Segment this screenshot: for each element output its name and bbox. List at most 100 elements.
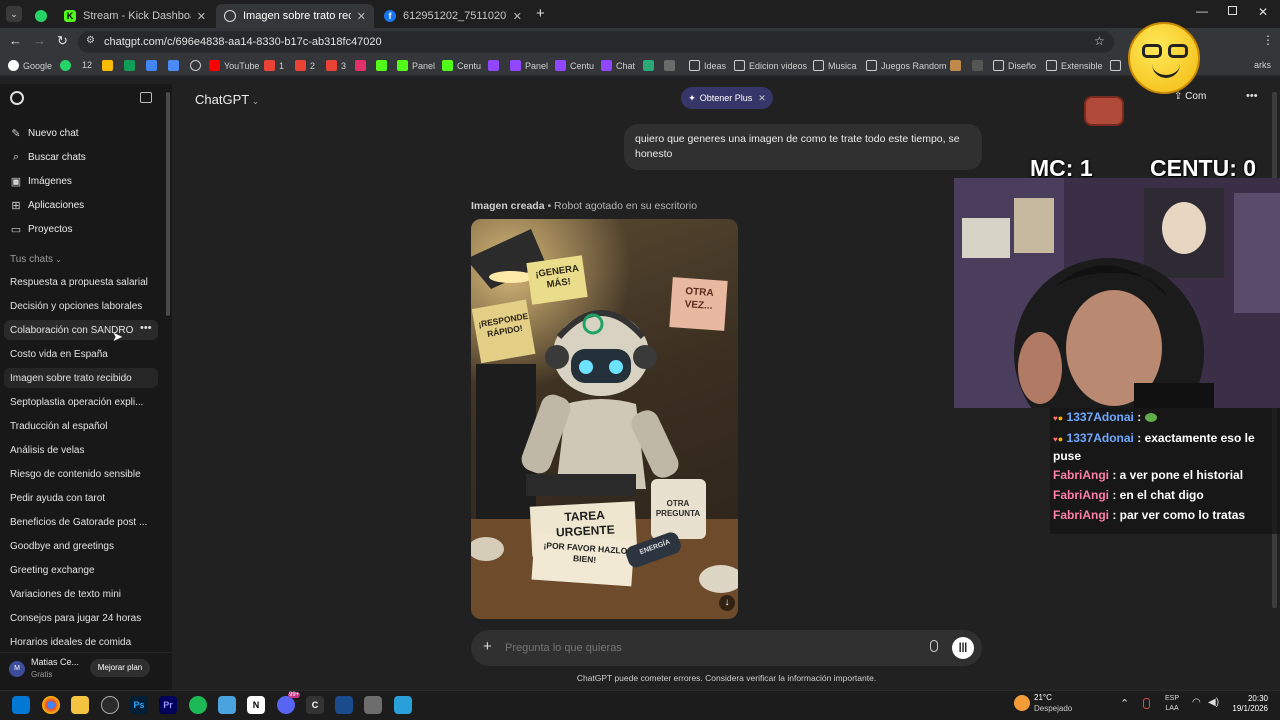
forward-icon[interactable]: → xyxy=(33,33,46,48)
bookmark-sheets[interactable] xyxy=(124,60,139,71)
tab-kick-dashboard[interactable]: K Stream - Kick Dashboard ✕ xyxy=(56,4,214,28)
bookmark-youtube[interactable]: YouTube xyxy=(209,60,259,71)
bookmark-panel-2[interactable]: Panel xyxy=(510,60,548,71)
back-icon[interactable]: ← xyxy=(9,33,22,48)
tab-search-button[interactable]: ⌄ xyxy=(6,6,22,22)
clock[interactable]: 20:30 19/1/2026 xyxy=(1226,694,1268,714)
chat-item[interactable]: Riesgo de contenido sensible xyxy=(10,469,141,480)
prompt-input[interactable] xyxy=(505,639,885,657)
bookmark-panel-1[interactable]: Panel xyxy=(397,60,435,71)
composer[interactable]: + ||| xyxy=(471,630,982,666)
tab-chatgpt[interactable]: Imagen sobre trato recibido ✕ xyxy=(216,4,374,28)
get-plus-button[interactable]: ✦ Obtener Plus ✕ xyxy=(681,87,773,109)
chat-item[interactable]: Respuesta a propuesta salarial xyxy=(10,277,148,288)
upgrade-plan-button[interactable]: Mejorar plan xyxy=(90,659,150,677)
sidebar-item-imagenes[interactable]: ▣ Imágenes xyxy=(10,175,72,188)
openai-logo-icon[interactable] xyxy=(10,91,24,105)
discord-icon[interactable] xyxy=(277,696,295,714)
voice-mode-button[interactable]: ||| xyxy=(952,637,974,659)
microphone-tray-icon[interactable] xyxy=(1143,698,1150,709)
bookmark-chat[interactable]: Chat xyxy=(601,60,635,71)
section-your-chats[interactable]: Tus chats ⌄ xyxy=(10,254,62,265)
menu-icon[interactable]: ⋮ xyxy=(1262,33,1274,47)
download-image-icon[interactable]: ↓ xyxy=(719,595,735,611)
premiere-icon[interactable]: Pr xyxy=(159,696,177,714)
calculator-icon[interactable] xyxy=(364,696,382,714)
chat-item[interactable]: Greeting exchange xyxy=(10,565,95,576)
bookmark-folder-diseno[interactable]: Diseño xyxy=(993,60,1036,71)
chat-item[interactable]: Beneficios de Gatorade post ... xyxy=(10,517,147,528)
app-icon[interactable] xyxy=(335,696,353,714)
close-tab-icon[interactable]: ✕ xyxy=(197,10,206,23)
notion-icon[interactable]: N xyxy=(247,696,265,714)
bookmark-gmail-3[interactable]: 3 xyxy=(326,60,346,71)
bookmark-12[interactable]: 12 xyxy=(82,60,92,70)
sidebar-item-proyectos[interactable]: ▭ Proyectos xyxy=(10,223,73,236)
bookmark-instagram[interactable] xyxy=(355,60,370,71)
sidebar-item-nuevo-chat[interactable]: ✎ Nuevo chat xyxy=(10,127,78,140)
bookmark-app-3[interactable] xyxy=(950,60,965,71)
bookmark-app-4[interactable] xyxy=(972,60,987,71)
model-selector[interactable]: ChatGPT ⌄ xyxy=(195,92,259,107)
notepad-icon[interactable] xyxy=(218,696,236,714)
add-attachment-icon[interactable]: + xyxy=(483,638,492,655)
chat-item[interactable]: Variaciones de texto mini xyxy=(10,589,121,600)
chat-item[interactable]: Pedir ayuda con tarot xyxy=(10,493,105,504)
chat-item[interactable]: Costo vida en España xyxy=(10,349,108,360)
bookmark-gmail-1[interactable]: 1 xyxy=(264,60,284,71)
maximize-button[interactable] xyxy=(1228,6,1237,15)
sidebar-item-buscar-chats[interactable]: ⌕ Buscar chats xyxy=(10,151,86,164)
app-icon[interactable] xyxy=(394,696,412,714)
bookmark-kick[interactable] xyxy=(376,60,391,71)
chat-options-icon[interactable]: ••• xyxy=(140,322,152,334)
bookmark-google[interactable]: Google xyxy=(8,60,52,71)
photoshop-icon[interactable]: Ps xyxy=(130,696,148,714)
bookmark-centu-2[interactable]: Centu xyxy=(555,60,594,71)
bookmark-chatgpt[interactable] xyxy=(190,60,205,71)
chat-item[interactable]: Consejos para jugar 24 horas xyxy=(10,613,141,624)
windows-start-icon[interactable] xyxy=(12,696,30,714)
bookmark-centu-1[interactable]: Centu xyxy=(442,60,481,71)
wifi-icon[interactable]: ◠ xyxy=(1192,697,1201,708)
volume-icon[interactable]: ◀) xyxy=(1208,697,1219,708)
weather-widget[interactable]: 21°C Despejado xyxy=(1014,693,1084,717)
bookmark-calendar[interactable] xyxy=(168,60,183,71)
chat-item[interactable]: Horarios ideales de comida xyxy=(10,637,131,648)
bookmark-star-icon[interactable]: ☆ xyxy=(1094,34,1105,48)
obs-icon[interactable] xyxy=(101,696,119,714)
minimize-button[interactable]: — xyxy=(1196,4,1208,18)
more-options-icon[interactable]: ••• xyxy=(1246,90,1258,102)
chat-item[interactable]: Goodbye and greetings xyxy=(10,541,114,552)
close-tab-icon[interactable]: ✕ xyxy=(357,10,366,23)
bookmark-folder-extensible[interactable]: Extensible xyxy=(1046,60,1103,71)
sidebar-scrollbar[interactable] xyxy=(166,92,170,316)
microphone-icon[interactable] xyxy=(930,640,938,652)
generated-image[interactable]: ¡GENERA MÁS! OTRA VEZ... ¡RESPONDE RÁPID… xyxy=(471,219,738,619)
close-tab-icon[interactable]: ✕ xyxy=(513,10,522,23)
chat-item-active[interactable]: Imagen sobre trato recibido xyxy=(10,373,132,384)
close-window-button[interactable]: ✕ xyxy=(1258,5,1268,19)
chrome-icon[interactable] xyxy=(42,696,60,714)
bookmark-whatsapp[interactable] xyxy=(60,60,75,71)
bookmark-gmail-2[interactable]: 2 xyxy=(295,60,315,71)
capcut-icon[interactable]: C xyxy=(306,696,324,714)
close-icon[interactable]: ✕ xyxy=(758,93,766,104)
reload-icon[interactable]: ↻ xyxy=(57,33,68,49)
bookmark-drive[interactable] xyxy=(102,60,117,71)
chat-item[interactable]: Traducción al español xyxy=(10,421,107,432)
bookmark-app-1[interactable] xyxy=(643,60,658,71)
chat-item[interactable]: Análisis de velas xyxy=(10,445,84,456)
system-tray-chevron-icon[interactable]: ⌃ xyxy=(1120,697,1129,710)
new-tab-button[interactable]: + xyxy=(536,5,545,22)
bookmark-overflow[interactable]: arks xyxy=(1254,60,1271,70)
user-profile[interactable]: M Matias Ce... Gratis Mejorar plan xyxy=(0,652,172,690)
bookmark-folder-edicion[interactable]: Edicion videos xyxy=(734,60,807,71)
bookmark-folder-juegos[interactable]: Juegos Random xyxy=(866,60,947,71)
chat-item[interactable]: Decisión y opciones laborales xyxy=(10,301,142,312)
file-explorer-icon[interactable] xyxy=(71,696,89,714)
bookmark-twitch[interactable] xyxy=(488,60,503,71)
close-sidebar-icon[interactable] xyxy=(140,92,152,103)
sidebar-item-aplicaciones[interactable]: ⊞ Aplicaciones xyxy=(10,199,84,212)
bookmark-folder-ideas[interactable]: Ideas xyxy=(689,60,726,71)
chat-item[interactable]: Septoplastia operación expli... xyxy=(10,397,143,408)
